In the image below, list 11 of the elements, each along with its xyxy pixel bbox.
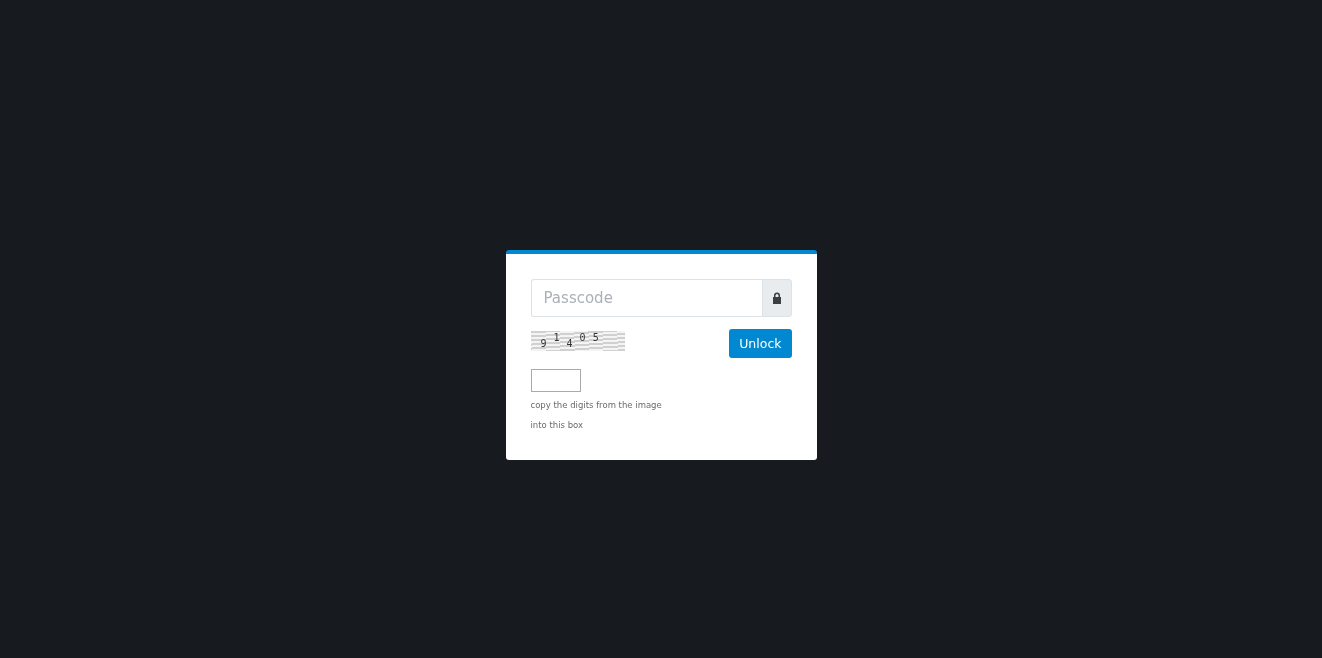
passcode-field[interactable]: Passcode: [530, 279, 762, 317]
captcha-digit: 5: [592, 333, 599, 343]
captcha-digit: 0: [579, 333, 586, 343]
captcha-hint: copy the digits from the image: [530, 399, 663, 412]
lock-icon: [771, 292, 782, 304]
captcha-hint: into this box: [530, 419, 585, 432]
captcha-answer-field[interactable]: [530, 369, 581, 392]
captcha-digit: 4: [566, 339, 573, 349]
captcha-digit: 9: [540, 339, 547, 349]
captcha-digit: 1: [553, 333, 560, 343]
unlock-button[interactable]: Unlock: [729, 329, 792, 358]
